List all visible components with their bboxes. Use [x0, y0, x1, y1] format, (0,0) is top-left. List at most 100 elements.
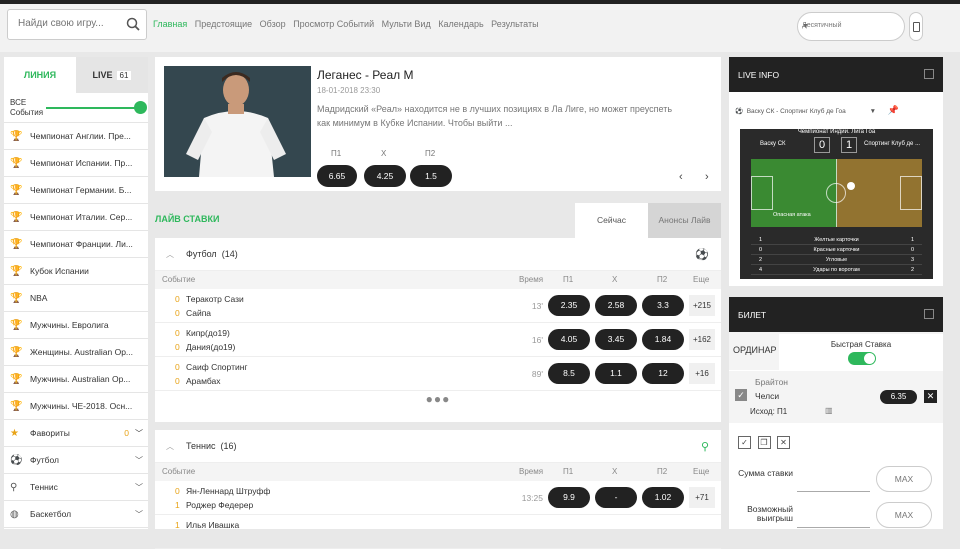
odds-button[interactable]: 4.05	[548, 329, 590, 350]
more-dots-icon[interactable]: ●●●	[155, 391, 721, 409]
more-markets-button[interactable]: +16	[689, 363, 715, 384]
sidebar-league[interactable]: 🏆 Мужчины. ЧЕ-2018. Осн...	[4, 393, 148, 420]
more-markets-button[interactable]: +162	[689, 329, 715, 350]
sport-label: Баскетбол	[30, 509, 72, 519]
sidebar-sport-football[interactable]: ⚽ Футбол ﹀	[4, 447, 148, 474]
sidebar-league[interactable]: 🏆 Чемпионат Англии. Пре...	[4, 123, 148, 150]
odds-button[interactable]: 3.3	[642, 295, 684, 316]
odds-button[interactable]: 9.9	[548, 487, 590, 508]
sidebar-league[interactable]: 🏆 Чемпионат Франции. Ли...	[4, 231, 148, 258]
table-row[interactable]: 0 Теракотр Сази 0 Сайпа 13' 2.35 2.58 3.…	[155, 289, 721, 323]
nav-events[interactable]: Просмотр Событий	[293, 19, 374, 29]
calculator-button[interactable]	[909, 12, 923, 41]
pin-icon[interactable]: 📌	[888, 105, 899, 115]
sidebar-league[interactable]: 🏆 Мужчины. Евролига	[4, 312, 148, 339]
max-win-button[interactable]: MAX	[876, 502, 932, 528]
stats-icon[interactable]: ▥	[825, 406, 833, 415]
remove-bet-button[interactable]: ✕	[924, 390, 937, 403]
expand-icon[interactable]	[924, 309, 934, 319]
nav-results[interactable]: Результаты	[491, 19, 538, 29]
sidebar-league[interactable]: 🏆 Кубок Испании	[4, 258, 148, 285]
odds-format-select[interactable]: Десятичный ▼	[797, 12, 905, 41]
odds-button[interactable]: 3.45	[595, 329, 637, 350]
search-box[interactable]	[7, 9, 147, 40]
check-all-icon[interactable]: ✓	[738, 436, 751, 449]
prev-arrow-icon[interactable]: ‹	[679, 171, 683, 183]
stake-input[interactable]	[797, 466, 870, 492]
table-row[interactable]: 1 Илья Ивашка	[155, 515, 721, 549]
sidebar-league[interactable]: 🏆 Мужчины. Australian Op...	[4, 366, 148, 393]
sidebar-league[interactable]: 🏆 Чемпионат Италии. Сер...	[4, 204, 148, 231]
delete-all-icon[interactable]: ✕	[777, 436, 791, 449]
col-event: Событие	[162, 275, 196, 284]
sidebar-favorites[interactable]: ★ Фавориты 0 ﹀	[4, 420, 148, 447]
featured-event[interactable]: Леганес - Реал М 18-01-2018 23:30 Мадрид…	[155, 57, 721, 191]
search-input[interactable]	[18, 18, 123, 29]
odds-button[interactable]: -	[595, 487, 637, 508]
tab-live[interactable]: LIVE 61	[76, 57, 148, 93]
stats-table: 1 Желтые карточки 1 0 Красные карточки 0 2 Уг…	[751, 235, 922, 275]
bet-checkbox[interactable]: ✓	[735, 389, 747, 401]
tracker-league: Чемпионат Индии. Лига Гоа	[797, 129, 876, 135]
odds-button-p2[interactable]: 1.5	[410, 165, 452, 187]
stats-row: 0 Красные карточки 0	[751, 245, 922, 255]
sidebar-league[interactable]: 🏆 Чемпионат Германии. Б...	[4, 177, 148, 204]
odds-button-x[interactable]: 4.25	[364, 165, 406, 187]
team-away: Арамбах	[186, 376, 221, 386]
sidebar-league[interactable]: 🏆 NBA	[4, 285, 148, 312]
match-time: 13'	[531, 301, 543, 311]
odds-button[interactable]: 8.5	[548, 363, 590, 384]
match-select[interactable]: ⚽ Васку СК - Спортинг Клуб де Гоа ▼ 📌	[735, 105, 899, 116]
nav-calendar[interactable]: Календарь	[438, 19, 483, 29]
sidebar-sport-tennis[interactable]: ⚲ Теннис ﹀	[4, 474, 148, 501]
max-stake-button[interactable]: MAX	[876, 466, 932, 492]
tab-live-announcements[interactable]: Анонсы Лайв	[648, 203, 721, 238]
bet-odd: 6.35	[880, 390, 917, 404]
live-bets-title: ЛАЙВ СТАВКИ	[155, 214, 220, 224]
chevron-up-icon[interactable]: ︿	[166, 249, 174, 260]
sidebar-league[interactable]: 🏆 Чемпионат Испании. Пр...	[4, 150, 148, 177]
league-label: Чемпионат Италии. Сер...	[30, 212, 133, 222]
next-arrow-icon[interactable]: ›	[705, 171, 709, 183]
slider-track[interactable]	[46, 107, 138, 109]
team-away: Дания(до19)	[186, 342, 236, 352]
ordinar-label[interactable]: ОРДИНАР	[733, 345, 776, 355]
tab-line[interactable]: ЛИНИЯ	[4, 57, 76, 93]
quick-bet-toggle[interactable]	[848, 352, 876, 365]
table-row[interactable]: 0 Саиф Спортинг 0 Арамбах 89' 8.5 1.1 12…	[155, 357, 721, 391]
score: 1	[175, 500, 180, 510]
odds-button[interactable]: 12	[642, 363, 684, 384]
odds-button[interactable]: 1.02	[642, 487, 684, 508]
col-x: X	[612, 275, 618, 284]
nav-overview[interactable]: Обзор	[260, 19, 286, 29]
col-p2: П2	[657, 275, 668, 284]
more-markets-button[interactable]: +71	[689, 487, 715, 508]
chevron-up-icon[interactable]: ︿	[166, 441, 174, 452]
odds-button[interactable]: 2.58	[595, 295, 637, 316]
favorites-label: Фавориты	[30, 428, 70, 438]
section-header[interactable]: ︿ Футбол (14) ⚽	[155, 238, 721, 271]
odds-button[interactable]: 1.1	[595, 363, 637, 384]
slider-handle[interactable]	[134, 101, 147, 114]
soccer-ball-icon: ⚽	[10, 454, 23, 466]
table-row[interactable]: 0 Ян-Леннард Штруфф 1 Роджер Федерер 13:…	[155, 481, 721, 515]
nav-upcoming[interactable]: Предстоящие	[195, 19, 252, 29]
bet-item: ✓ Брайтон Челси Исход: П1 ▥ 6.35 ✕	[729, 371, 943, 423]
odds-button-p1[interactable]: 6.65	[317, 165, 357, 187]
more-markets-button[interactable]: +215	[689, 295, 715, 316]
odds-button[interactable]: 1.84	[642, 329, 684, 350]
expand-icon[interactable]	[924, 69, 934, 79]
sidebar-sport-basketball[interactable]: ◍ Баскетбол ﹀	[4, 501, 148, 528]
nav-multiview[interactable]: Мульти Вид	[382, 19, 431, 29]
tab-now[interactable]: Сейчас	[575, 203, 648, 238]
tennis-section: ︿ Теннис (16) ⚲ Событие Время П1 X П2 Ещ…	[155, 430, 721, 549]
table-row[interactable]: 0 Кипр(до19) 0 Дания(до19) 16' 4.05 3.45…	[155, 323, 721, 357]
section-header[interactable]: ︿ Теннис (16) ⚲	[155, 430, 721, 463]
sidebar-league[interactable]: 🏆 Женщины. Australian Op...	[4, 339, 148, 366]
odds-button[interactable]: 2.35	[548, 295, 590, 316]
search-icon[interactable]	[126, 17, 140, 33]
bet-outcome: Исход: П1	[750, 407, 788, 416]
nav-home[interactable]: Главная	[153, 19, 187, 29]
header: Главная Предстоящие Обзор Просмотр Событ…	[0, 4, 960, 52]
copy-icon[interactable]: ❐	[757, 436, 771, 449]
